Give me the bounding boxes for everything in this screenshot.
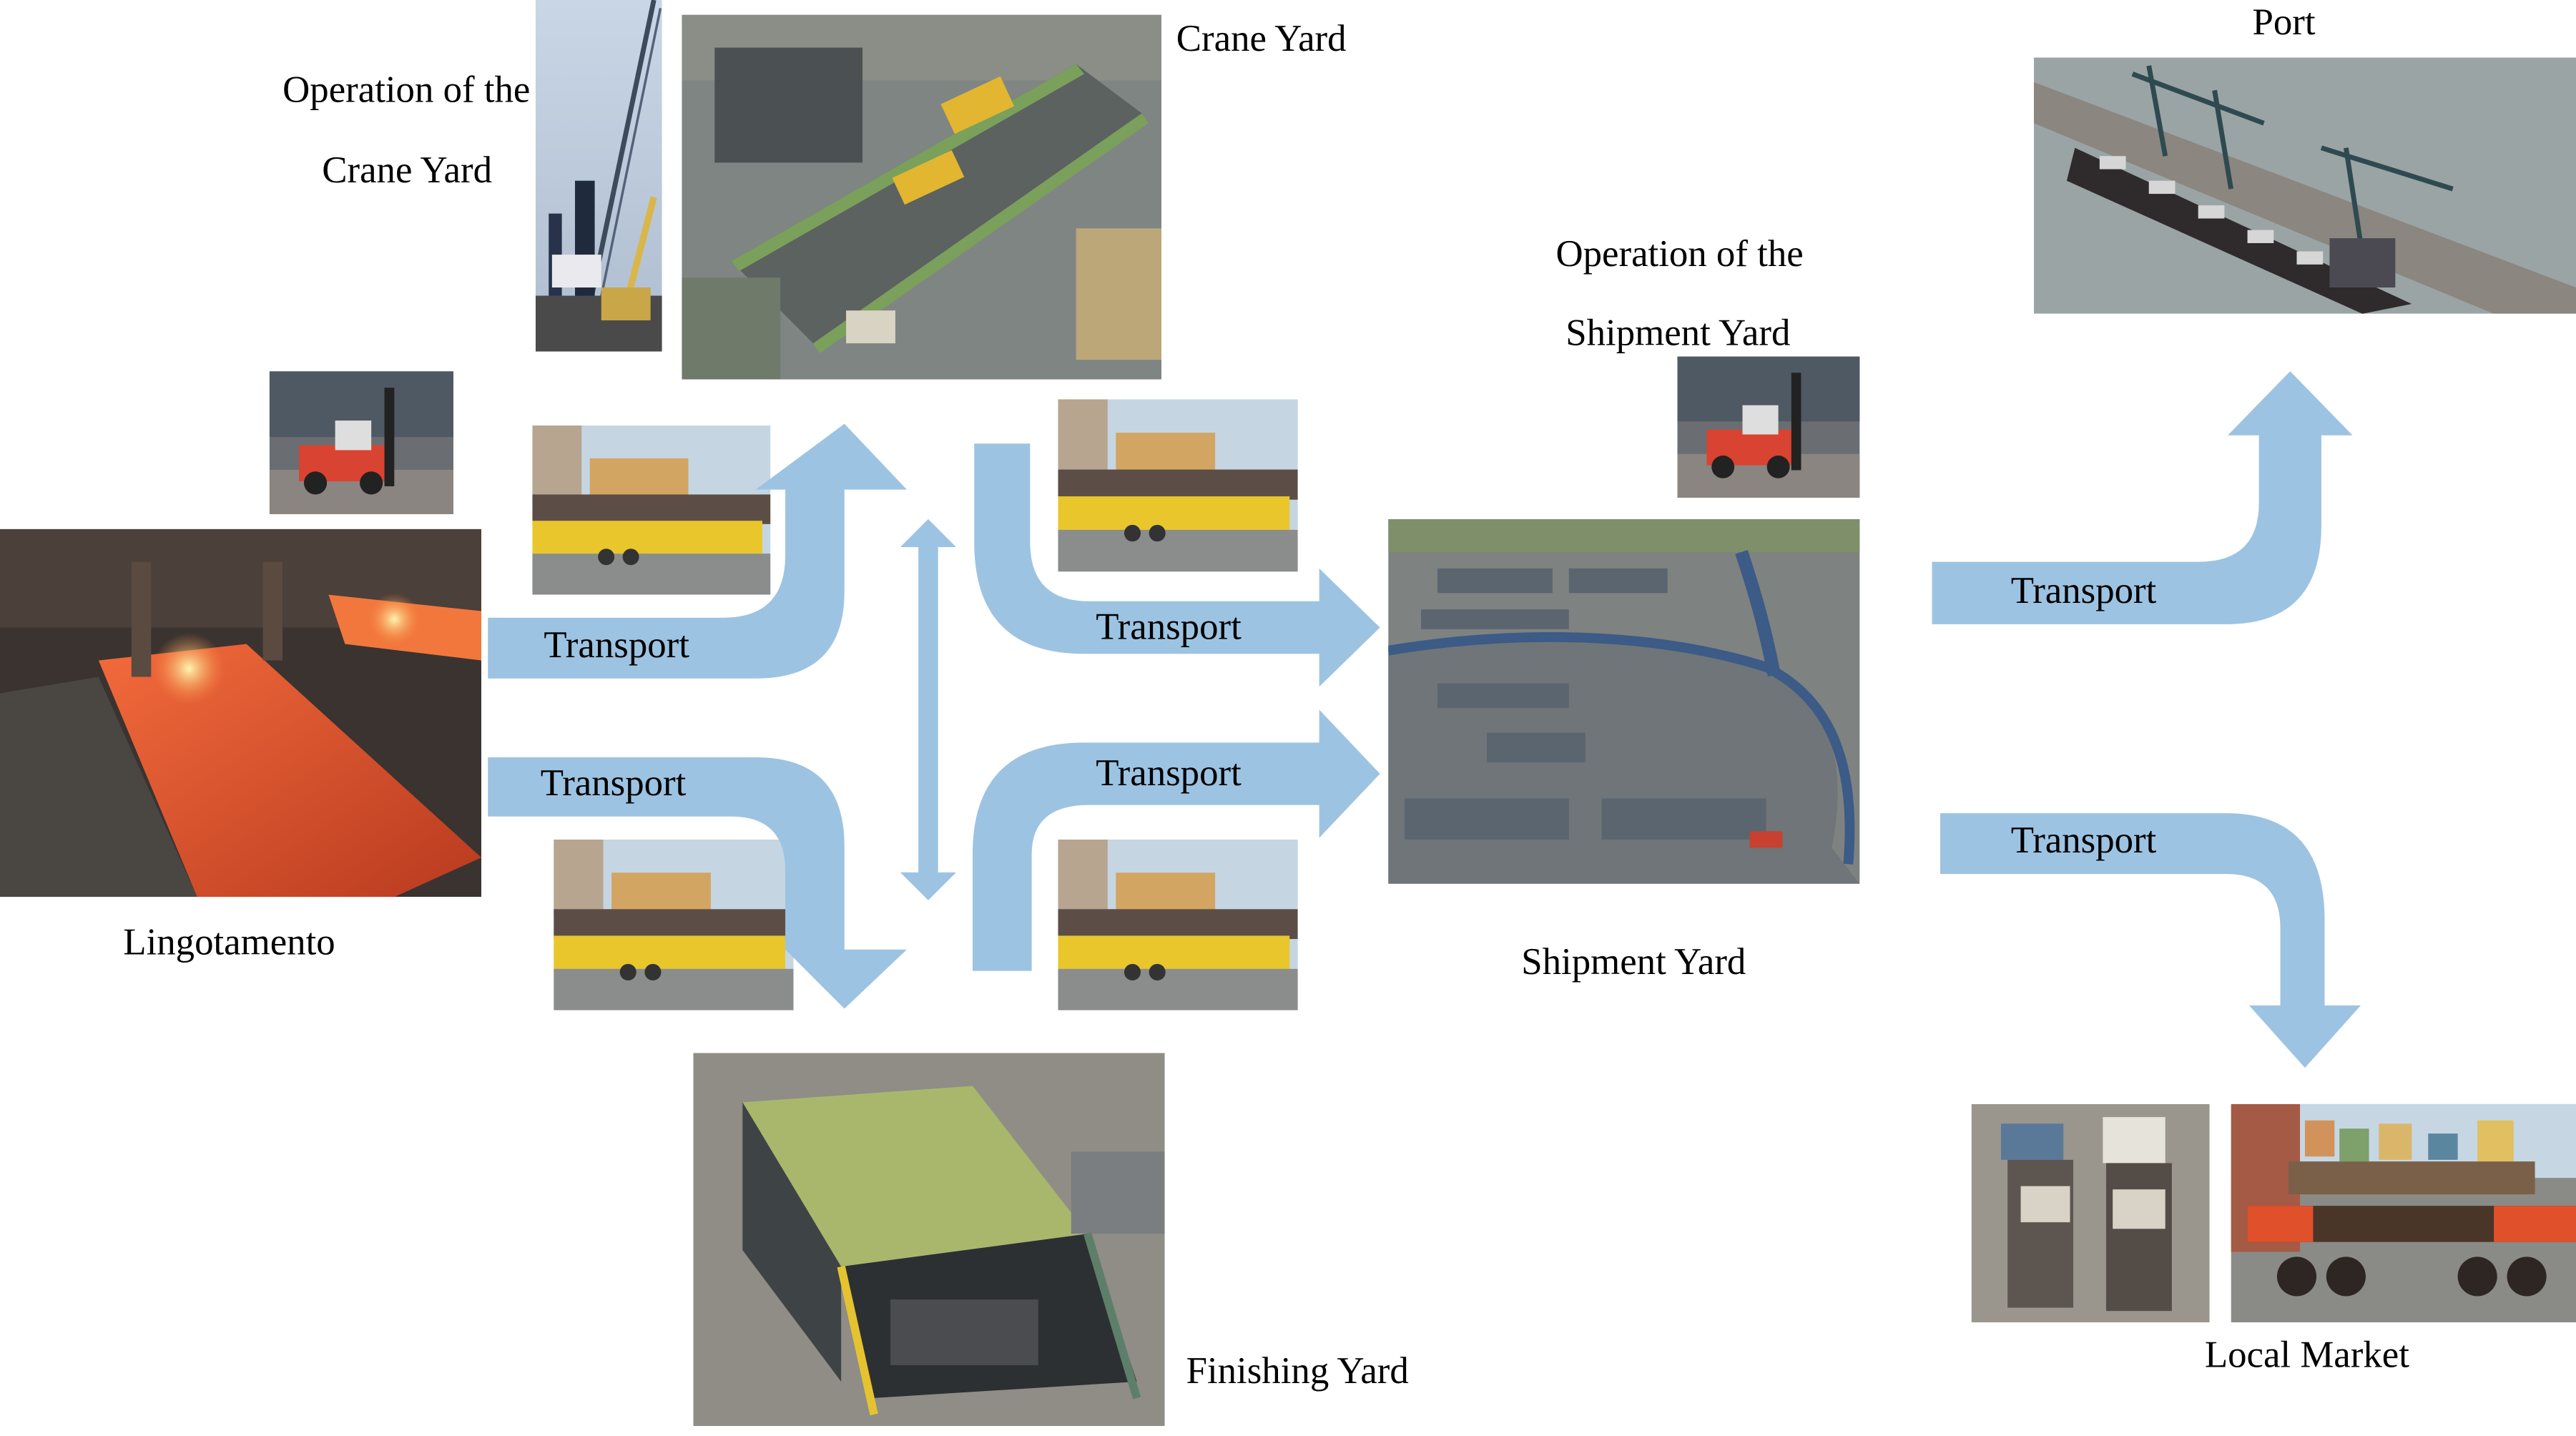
arrow-crane-to-shipment xyxy=(974,443,1380,687)
edge-label-transport: Transport xyxy=(1096,606,1242,648)
edge-label-transport: Transport xyxy=(2010,570,2157,611)
bidirectional-arrow xyxy=(900,518,956,900)
arrow-finishing-to-shipment xyxy=(972,709,1380,971)
crane-yard-operation-label-line2: Crane Yard xyxy=(322,149,493,191)
crane-yard-label: Crane Yard xyxy=(1176,18,1347,59)
edge-label-transport: Transport xyxy=(1096,752,1242,794)
port-label: Port xyxy=(2252,1,2316,43)
edge-label-transport: Transport xyxy=(544,624,689,666)
shipment-yard-label: Shipment Yard xyxy=(1521,941,1746,983)
shipment-yard-operation-label-line2: Shipment Yard xyxy=(1565,312,1791,353)
arrows-layer xyxy=(488,371,2361,1068)
finishing-yard-label: Finishing Yard xyxy=(1186,1350,1409,1392)
logistics-flow-diagram: Transport Transport Transport Transport … xyxy=(0,0,2576,1436)
crane-yard-operation-label-line1: Operation of the xyxy=(282,69,531,110)
edge-label-transport: Transport xyxy=(540,762,687,804)
shipment-yard-operation-label-line1: Operation of the xyxy=(1555,233,1804,275)
edge-label-transport: Transport xyxy=(2010,820,2157,861)
local-market-label: Local Market xyxy=(2204,1334,2409,1375)
lingotamento-label: Lingotamento xyxy=(123,921,335,963)
